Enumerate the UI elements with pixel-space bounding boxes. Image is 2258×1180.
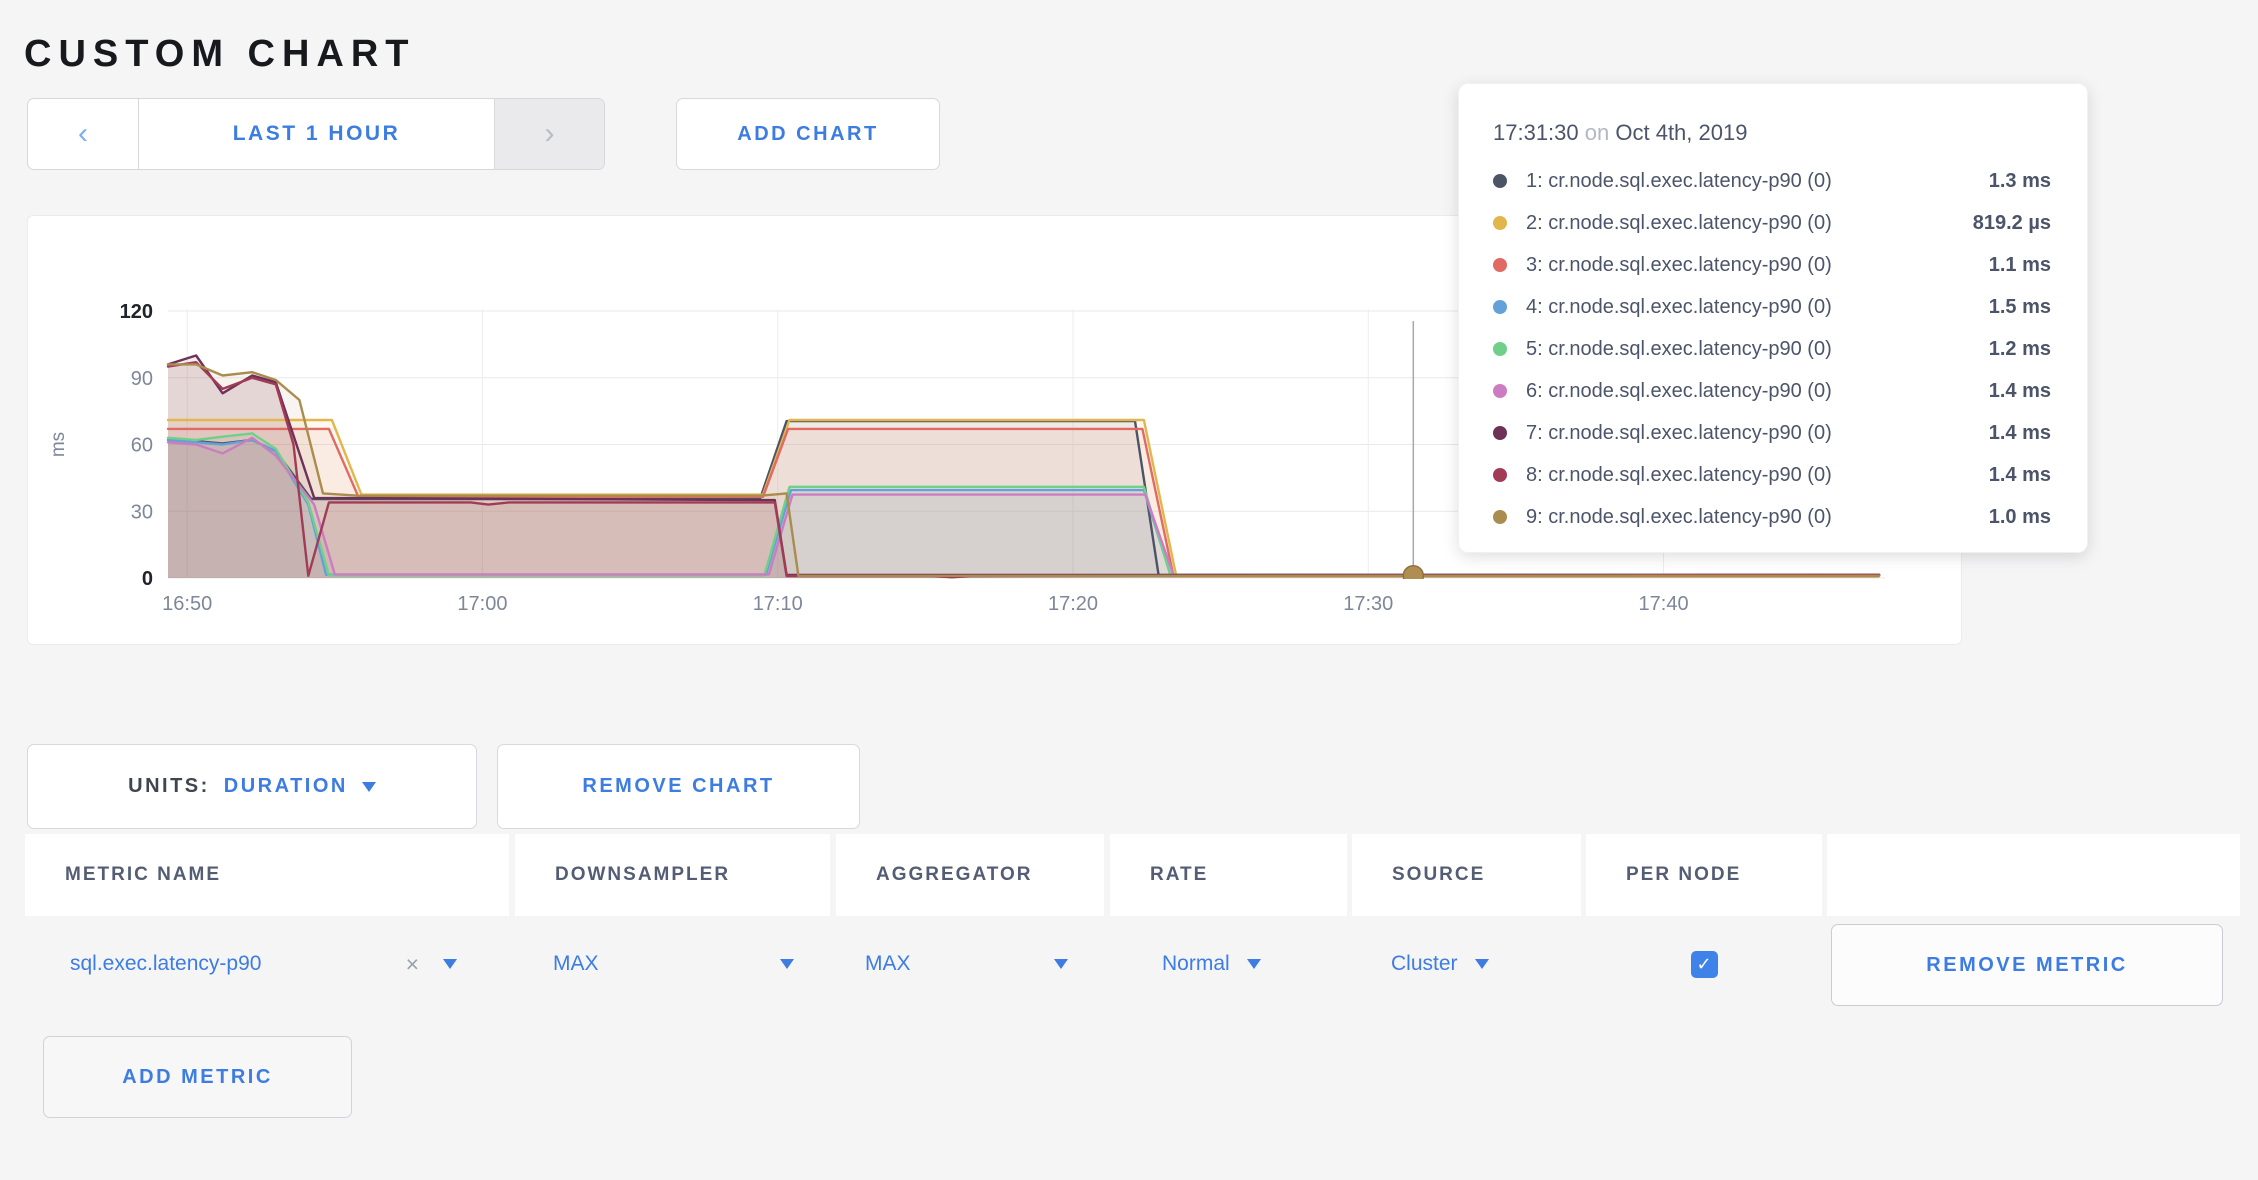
x-tick-label: 17:30 — [1343, 593, 1393, 615]
tooltip-row: 3: cr.node.sql.exec.latency-p90 (0) 1.1 m… — [1493, 244, 2051, 286]
series-label: 6: cr.node.sql.exec.latency-p90 (0) — [1526, 380, 1832, 403]
x-tick-label: 16:50 — [162, 593, 212, 615]
tooltip-row: 2: cr.node.sql.exec.latency-p90 (0) 819.2… — [1493, 202, 2051, 244]
units-value: DURATION — [224, 775, 348, 798]
add-metric-button[interactable]: ADD METRIC — [43, 1036, 352, 1118]
series-dot-icon — [1493, 216, 1507, 230]
col-header-actions — [1827, 834, 2240, 916]
chevron-right-icon: › — [545, 119, 555, 149]
chevron-down-icon — [1054, 959, 1068, 969]
source-value: Cluster — [1391, 952, 1458, 976]
aggregator-select[interactable]: MAX — [836, 912, 1104, 1016]
series-value: 1.4 ms — [1989, 464, 2051, 487]
hover-point-dot — [1403, 566, 1423, 586]
chevron-down-icon — [1475, 959, 1489, 969]
series-value: 1.0 ms — [1989, 506, 2051, 529]
time-prev-button[interactable]: ‹ — [28, 99, 139, 169]
series-label: 3: cr.node.sql.exec.latency-p90 (0) — [1526, 254, 1832, 277]
series-value: 1.1 ms — [1989, 254, 2051, 277]
series-dot-icon — [1493, 258, 1507, 272]
series-dot-icon — [1493, 426, 1507, 440]
chevron-left-icon: ‹ — [78, 119, 88, 149]
col-header-downsampler: DOWNSAMPLER — [515, 834, 830, 916]
chart-tooltip: 17:31:30 on Oct 4th, 2019 1: cr.node.sql… — [1458, 83, 2088, 553]
metric-name-value[interactable]: sql.exec.latency-p90 — [70, 952, 261, 976]
tooltip-header: 17:31:30 on Oct 4th, 2019 — [1493, 120, 2051, 146]
series-label: 4: cr.node.sql.exec.latency-p90 (0) — [1526, 296, 1832, 319]
downsampler-select[interactable]: MAX — [515, 912, 830, 1016]
chevron-down-icon — [1247, 959, 1261, 969]
series-value: 819.2 µs — [1973, 212, 2051, 235]
series-value: 1.3 ms — [1989, 170, 2051, 193]
series-dot-icon — [1493, 468, 1507, 482]
tooltip-row: 6: cr.node.sql.exec.latency-p90 (0) 1.4 m… — [1493, 370, 2051, 412]
x-tick-label: 17:00 — [457, 593, 507, 615]
add-chart-button[interactable]: ADD CHART — [676, 98, 940, 170]
metric-name-cell: sql.exec.latency-p90 × — [25, 912, 509, 1016]
series-dot-icon — [1493, 384, 1507, 398]
downsampler-value: MAX — [553, 952, 599, 976]
series-dot-icon — [1493, 510, 1507, 524]
tooltip-row: 9: cr.node.sql.exec.latency-p90 (0) 1.0 m… — [1493, 496, 2051, 538]
tooltip-time: 17:31:30 — [1493, 120, 1579, 145]
remove-chart-button[interactable]: REMOVE CHART — [497, 744, 860, 829]
series-value: 1.4 ms — [1989, 380, 2051, 403]
source-select[interactable]: Cluster — [1352, 912, 1581, 1016]
tooltip-row: 7: cr.node.sql.exec.latency-p90 (0) 1.4 m… — [1493, 412, 2051, 454]
chevron-down-icon — [780, 959, 794, 969]
series-label: 8: cr.node.sql.exec.latency-p90 (0) — [1526, 464, 1832, 487]
tooltip-on-word: on — [1585, 120, 1609, 145]
col-header-source: SOURCE — [1352, 834, 1581, 916]
series-label: 2: cr.node.sql.exec.latency-p90 (0) — [1526, 212, 1832, 235]
per-node-checkbox[interactable] — [1691, 951, 1718, 978]
x-tick-label: 17:40 — [1639, 593, 1689, 615]
tooltip-row: 8: cr.node.sql.exec.latency-p90 (0) 1.4 m… — [1493, 454, 2051, 496]
col-header-aggregator: AGGREGATOR — [836, 834, 1104, 916]
col-header-rate: RATE — [1110, 834, 1347, 916]
series-label: 7: cr.node.sql.exec.latency-p90 (0) — [1526, 422, 1832, 445]
tooltip-row: 1: cr.node.sql.exec.latency-p90 (0) 1.3 m… — [1493, 160, 2051, 202]
y-tick-label: 120 — [120, 301, 153, 323]
series-value: 1.2 ms — [1989, 338, 2051, 361]
tooltip-row: 5: cr.node.sql.exec.latency-p90 (0) 1.2 m… — [1493, 328, 2051, 370]
y-tick-label: 90 — [131, 368, 153, 390]
time-range-button[interactable]: LAST 1 HOUR — [139, 99, 494, 169]
metric-dropdown-caret-icon[interactable] — [443, 959, 457, 969]
series-label: 5: cr.node.sql.exec.latency-p90 (0) — [1526, 338, 1832, 361]
tooltip-row: 4: cr.node.sql.exec.latency-p90 (0) 1.5 m… — [1493, 286, 2051, 328]
series-value: 1.5 ms — [1989, 296, 2051, 319]
clear-metric-icon[interactable]: × — [406, 951, 419, 978]
x-tick-label: 17:20 — [1048, 593, 1098, 615]
series-label: 9: cr.node.sql.exec.latency-p90 (0) — [1526, 506, 1832, 529]
remove-metric-button[interactable]: REMOVE METRIC — [1831, 924, 2223, 1006]
chevron-down-icon — [362, 782, 376, 792]
y-tick-label: 0 — [142, 568, 153, 590]
series-dot-icon — [1493, 174, 1507, 188]
units-label: UNITS: — [128, 775, 210, 798]
rate-select[interactable]: Normal — [1110, 912, 1347, 1016]
units-dropdown[interactable]: UNITS: DURATION — [27, 744, 477, 829]
series-dot-icon — [1493, 300, 1507, 314]
series-value: 1.4 ms — [1989, 422, 2051, 445]
per-node-cell — [1586, 912, 1822, 1016]
aggregator-value: MAX — [865, 952, 911, 976]
rate-value: Normal — [1162, 952, 1230, 976]
page-title: CUSTOM CHART — [24, 33, 416, 76]
time-range-control: ‹ LAST 1 HOUR › — [27, 98, 605, 170]
tooltip-rows: 1: cr.node.sql.exec.latency-p90 (0) 1.3 m… — [1493, 160, 2051, 538]
y-tick-label: 30 — [131, 501, 153, 523]
series-label: 1: cr.node.sql.exec.latency-p90 (0) — [1526, 170, 1832, 193]
y-axis-unit-label: ms — [48, 432, 69, 457]
tooltip-date: Oct 4th, 2019 — [1615, 120, 1747, 145]
col-header-per-node: PER NODE — [1586, 834, 1822, 916]
col-header-metric-name: METRIC NAME — [25, 834, 509, 916]
time-next-button[interactable]: › — [494, 99, 604, 169]
series-dot-icon — [1493, 342, 1507, 356]
y-tick-label: 60 — [131, 435, 153, 457]
x-tick-label: 17:10 — [753, 593, 803, 615]
